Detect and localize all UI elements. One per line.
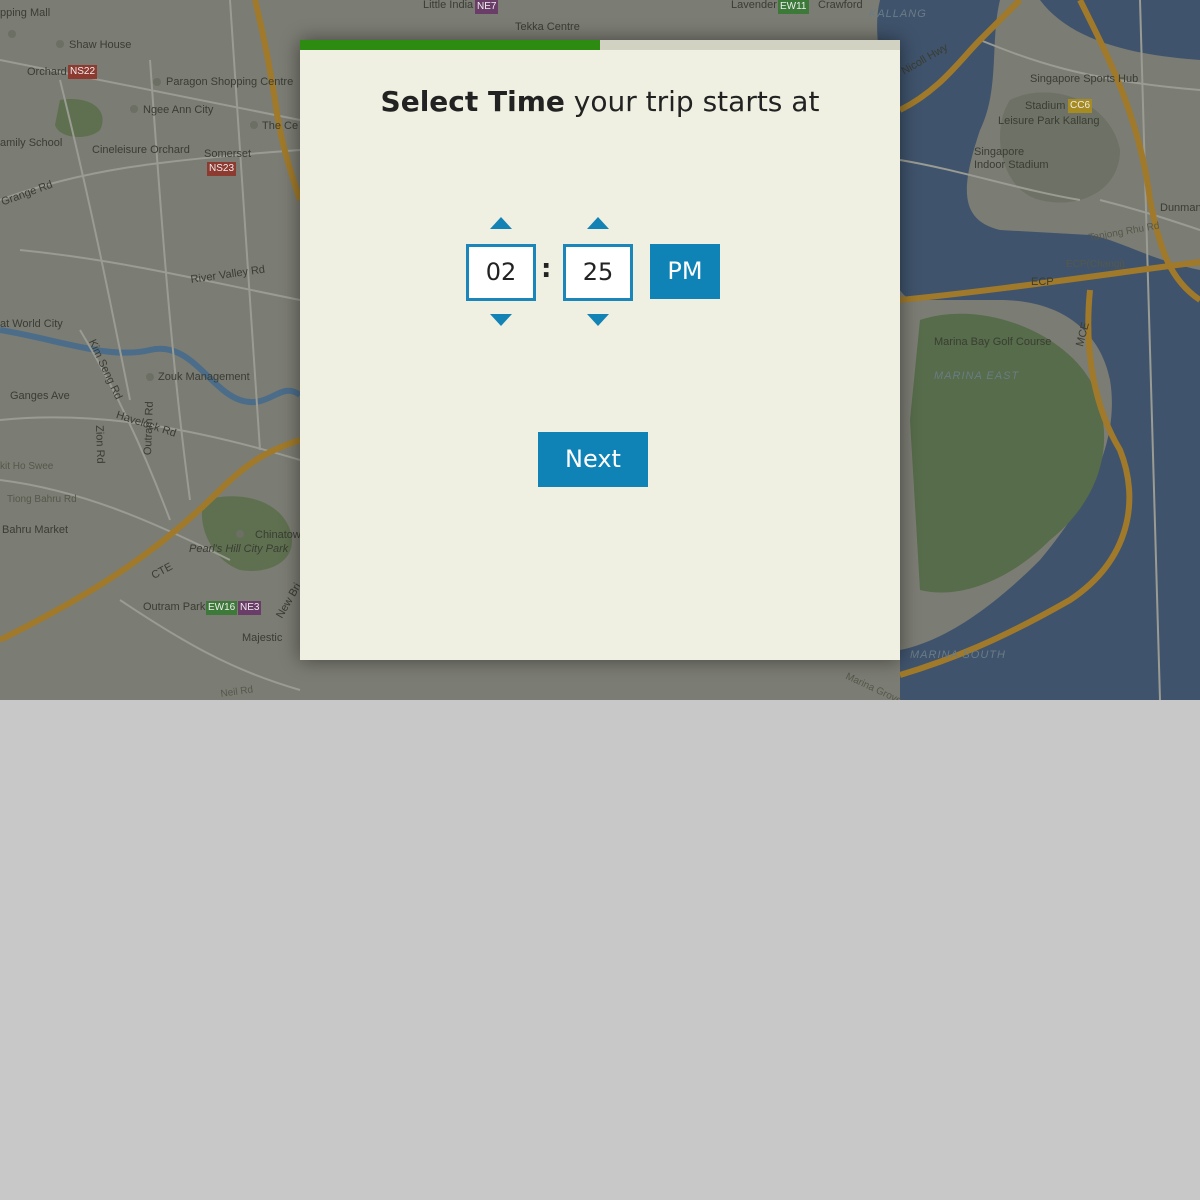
map-label: Dunman	[1160, 202, 1200, 214]
map-label: Shaw House	[69, 39, 132, 51]
mrt-station-badge: NE7	[475, 0, 499, 14]
map-label: Cineleisure Orchard	[92, 144, 190, 156]
map-label: amily School	[0, 137, 63, 149]
mrt-station-badge: NE3	[238, 601, 262, 615]
triangle-down-icon	[587, 314, 609, 326]
dialog-title: Select Time your trip starts at	[300, 84, 900, 120]
map-label: kit Ho Swee	[0, 461, 54, 472]
mrt-station-badge: EW11	[778, 0, 809, 14]
mrt-station-badge: CC6	[1068, 99, 1093, 113]
mrt-station-badge: NS23	[207, 162, 237, 176]
poi-icon	[250, 121, 258, 129]
time-picker-dialog: Select Time your trip starts at 02 : 25 …	[300, 40, 900, 660]
map-label: Tiong Bahru Rd	[7, 494, 77, 505]
poi-icon	[8, 30, 16, 38]
triangle-up-icon	[587, 217, 609, 229]
map-label: Crawford	[818, 0, 863, 11]
hour-increment-button[interactable]	[489, 215, 513, 231]
progress-bar-fill	[300, 40, 600, 50]
map-label: Chinatow	[255, 529, 301, 541]
dialog-title-strong: Select Time	[380, 85, 565, 118]
mrt-station-badge: EW16	[206, 601, 238, 615]
map-label: Singapore Sports Hub	[1030, 73, 1139, 85]
map-label: Stadium	[1025, 100, 1066, 112]
map-label: Marina Bay Golf Course	[934, 336, 1052, 348]
map-label: Lavender	[731, 0, 777, 11]
next-button[interactable]: Next	[538, 432, 648, 487]
map-label: Singapore Indoor Stadium	[974, 146, 1049, 171]
map-label: KALLANG	[869, 8, 927, 20]
map-label: Orchard	[27, 66, 67, 78]
map-label: Majestic	[242, 632, 283, 644]
map-label: Leisure Park Kallang	[998, 115, 1100, 127]
map-label: Bahru Market	[2, 524, 69, 536]
map-label: ECP	[1031, 276, 1054, 288]
poi-icon	[146, 373, 154, 381]
am-pm-toggle-button[interactable]: PM	[650, 244, 720, 299]
triangle-down-icon	[490, 314, 512, 326]
map-label: Tekka Centre	[515, 21, 580, 33]
map-label: Zouk Management	[158, 371, 250, 383]
poi-icon	[130, 105, 138, 113]
poi-icon	[153, 78, 161, 86]
minute-increment-button[interactable]	[586, 215, 610, 231]
minute-input[interactable]: 25	[563, 244, 633, 301]
map-label: Ngee Ann City	[143, 104, 214, 116]
poi-icon	[56, 40, 64, 48]
park-icon	[236, 530, 244, 538]
mrt-station-badge: NS22	[68, 65, 98, 79]
map-label: Pearl's Hill City Park	[189, 543, 289, 555]
map-label: The Ce	[262, 120, 299, 132]
map-label: Somerset	[204, 148, 252, 160]
hour-input[interactable]: 02	[466, 244, 536, 301]
progress-bar	[300, 40, 900, 50]
map-label: Ganges Ave	[10, 390, 70, 402]
map-label: Outram Rd	[142, 401, 156, 456]
map-label: Zion Rd	[93, 424, 107, 464]
map-label: Paragon Shopping Centre	[166, 76, 294, 88]
map-label: ECP(Changi)	[1066, 259, 1125, 270]
map-label: MARINA EAST	[934, 370, 1020, 382]
dialog-title-rest: your trip starts at	[564, 85, 820, 118]
map-label: MARINA SOUTH	[910, 649, 1006, 661]
map-label: at World City	[0, 318, 63, 330]
minute-decrement-button[interactable]	[586, 312, 610, 328]
map-label: Outram Park	[143, 601, 206, 613]
time-separator: :	[541, 254, 552, 284]
map-label: pping Mall	[0, 7, 51, 19]
triangle-up-icon	[490, 217, 512, 229]
hour-decrement-button[interactable]	[489, 312, 513, 328]
map-label: Little India	[423, 0, 474, 11]
